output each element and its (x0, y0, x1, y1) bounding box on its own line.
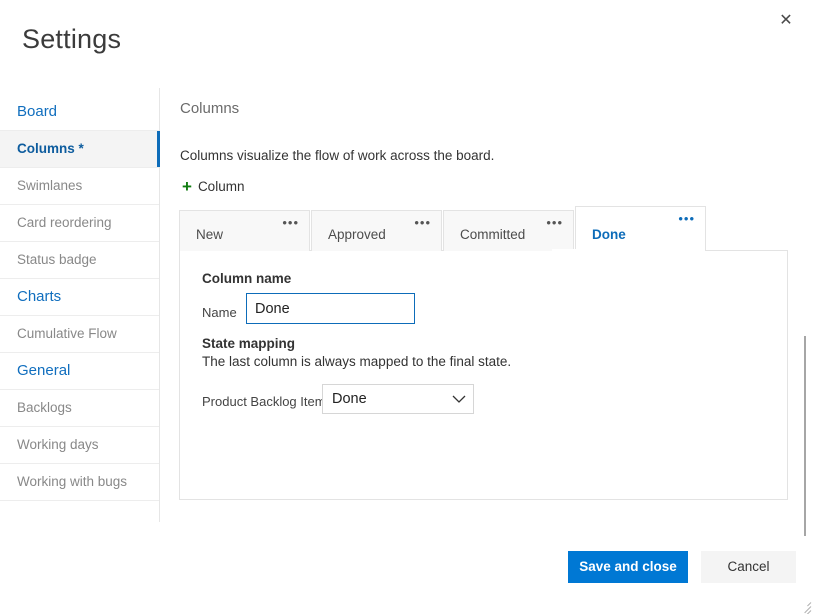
state-select[interactable]: Done (322, 384, 474, 414)
tab-done-menu-icon[interactable]: ••• (678, 214, 695, 224)
chevron-down-icon (445, 395, 473, 404)
sidebar-group-general: General (0, 353, 159, 389)
name-field-label: Name (202, 305, 237, 320)
sidebar-item-backlogs[interactable]: Backlogs (0, 389, 159, 426)
sidebar-item-card-reordering[interactable]: Card reordering (0, 204, 159, 241)
work-item-type-label: Product Backlog Item (202, 394, 326, 409)
tab-committed-menu-icon[interactable]: ••• (546, 218, 563, 228)
sidebar-item-working-days[interactable]: Working days (0, 426, 159, 463)
cancel-button[interactable]: Cancel (701, 551, 796, 583)
tab-approved-menu-icon[interactable]: ••• (414, 218, 431, 228)
active-tab-seam (552, 249, 682, 251)
sidebar-list-general: Backlogs Working days Working with bugs (0, 389, 159, 501)
vertical-scrollbar-track[interactable] (801, 168, 810, 524)
tab-approved[interactable]: Approved ••• (311, 210, 442, 251)
sidebar-list-board: Columns * Swimlanes Card reordering Stat… (0, 130, 159, 279)
sidebar-group-charts: Charts (0, 279, 159, 315)
add-column-button[interactable]: + Column (182, 178, 244, 195)
content-description: Columns visualize the flow of work acros… (180, 148, 494, 163)
tab-new[interactable]: New ••• (179, 210, 310, 251)
settings-dialog: Settings ✕ Board Columns * Swimlanes Car… (0, 0, 813, 614)
state-mapping-heading: State mapping (202, 336, 295, 351)
settings-content: Columns Columns visualize the flow of wo… (160, 88, 813, 522)
column-name-input[interactable] (246, 293, 415, 324)
tab-done[interactable]: Done ••• (575, 206, 706, 251)
sidebar-group-board: Board (0, 88, 159, 130)
state-select-value: Done (323, 391, 445, 407)
settings-sidebar: Board Columns * Swimlanes Card reorderin… (0, 88, 160, 522)
column-tabs: New ••• Approved ••• Committed ••• Done … (179, 206, 707, 251)
column-name-heading: Column name (202, 271, 291, 286)
tab-committed-label: Committed (444, 227, 525, 251)
dialog-footer: Save and close Cancel (0, 536, 813, 614)
sidebar-item-cumulative-flow[interactable]: Cumulative Flow (0, 315, 159, 352)
sidebar-item-columns[interactable]: Columns * (0, 130, 159, 167)
sidebar-list-charts: Cumulative Flow (0, 315, 159, 353)
add-column-label: Column (198, 179, 245, 194)
tab-approved-label: Approved (312, 227, 386, 251)
tab-new-menu-icon[interactable]: ••• (282, 218, 299, 228)
content-title: Columns (180, 100, 239, 117)
sidebar-item-swimlanes[interactable]: Swimlanes (0, 167, 159, 204)
state-mapping-note: The last column is always mapped to the … (202, 354, 511, 369)
close-icon[interactable]: ✕ (771, 6, 801, 36)
sidebar-item-status-badge[interactable]: Status badge (0, 241, 159, 278)
resize-grip-icon[interactable] (797, 598, 811, 612)
save-and-close-button[interactable]: Save and close (568, 551, 688, 583)
tab-done-label: Done (576, 227, 626, 251)
tab-committed[interactable]: Committed ••• (443, 210, 574, 251)
page-title: Settings (22, 22, 121, 56)
tab-new-label: New (180, 227, 223, 251)
sidebar-item-working-with-bugs[interactable]: Working with bugs (0, 463, 159, 500)
column-settings-panel: Column name Name State mapping The last … (179, 250, 788, 500)
plus-icon: + (182, 178, 192, 195)
